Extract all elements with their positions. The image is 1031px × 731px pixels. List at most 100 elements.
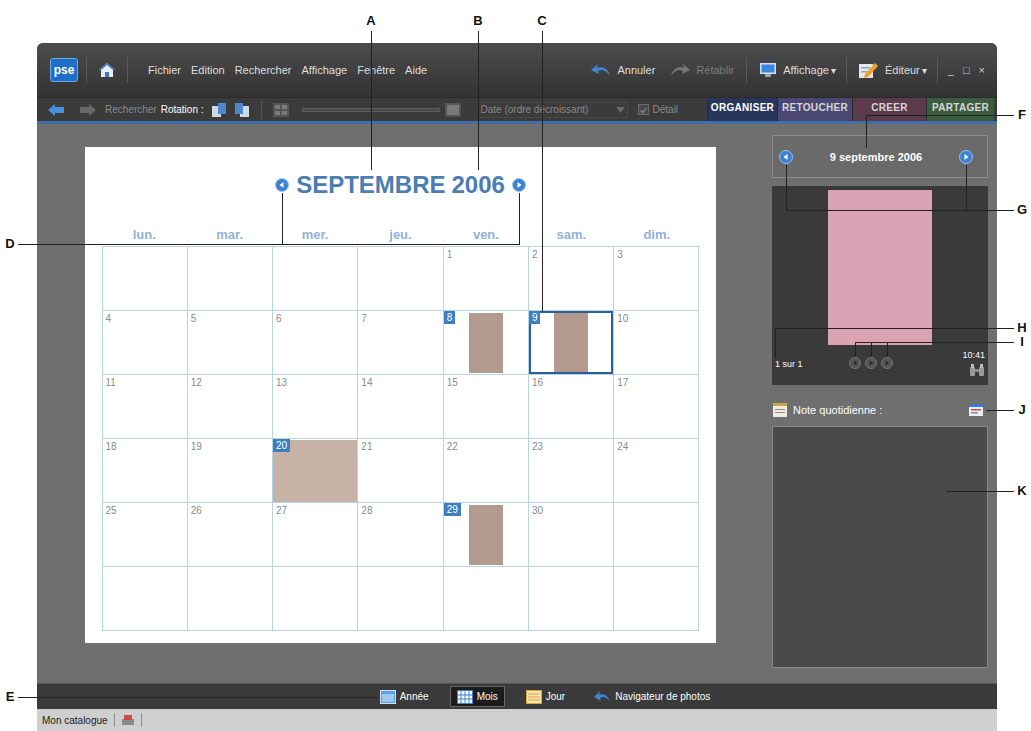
calendar-day[interactable]: 15 — [444, 375, 529, 439]
calendar-day[interactable]: 10 — [614, 311, 699, 375]
day-number: 22 — [447, 441, 458, 453]
menu-item[interactable]: Aide — [405, 62, 427, 79]
calendar-day[interactable]: 7 — [358, 311, 443, 375]
selection-frame — [614, 311, 698, 374]
monitor-icon — [759, 62, 777, 78]
daily-note-field[interactable] — [772, 426, 988, 668]
display-menu[interactable]: Affichage▾ — [759, 62, 836, 79]
calendar-day[interactable]: 6 — [273, 311, 358, 375]
photo-thumbnail[interactable] — [469, 505, 503, 565]
calendar-day[interactable]: 5 — [188, 311, 273, 375]
minimize-button[interactable]: _ — [948, 65, 954, 76]
preview-photo[interactable] — [828, 190, 932, 345]
view-button[interactable]: Navigateur de photos — [586, 686, 717, 707]
day-number: 12 — [191, 377, 202, 389]
editor-menu[interactable]: Éditeur▾ — [857, 60, 927, 80]
small-thumbnails-icon[interactable] — [272, 102, 290, 118]
menu-item[interactable]: Fichier — [148, 62, 181, 79]
rotate-right-icon[interactable] — [233, 101, 251, 119]
calendar-day[interactable]: 2 — [529, 247, 614, 311]
calendar-day[interactable]: 11 — [103, 375, 188, 439]
calendar-day[interactable]: 23 — [529, 439, 614, 503]
selection-frame — [358, 567, 442, 630]
calendar-day[interactable]: 12 — [188, 375, 273, 439]
app-logo[interactable]: pse — [50, 58, 78, 82]
menu-item[interactable]: Fenêtre — [357, 62, 395, 79]
mode-tab-label: RETOUCHER — [782, 102, 848, 114]
calendar-day[interactable]: 4 — [103, 311, 188, 375]
mode-tab[interactable]: CREER — [852, 98, 926, 121]
calendar-day[interactable]: 22 — [444, 439, 529, 503]
menu-item[interactable]: Edition — [191, 62, 225, 79]
calendar-day[interactable]: 8 — [444, 311, 529, 375]
calendar-day[interactable]: 14 — [358, 375, 443, 439]
callout-line — [887, 342, 888, 357]
mode-tab[interactable]: ORGANISER — [707, 98, 777, 121]
calendar-day[interactable]: 29 — [444, 503, 529, 567]
calendar-panel: SEPTEMBRE2006lun.mar.mer.jeu.ven.sam.dim… — [85, 147, 716, 643]
calendar-day[interactable]: 28 — [358, 503, 443, 567]
toolbar-left: RechercherRotation :Date (ordre décroiss… — [37, 98, 678, 121]
dropdown-arrow: ▾ — [831, 63, 836, 78]
calendar-day[interactable]: 25 — [103, 503, 188, 567]
view-button[interactable]: Jour — [519, 686, 572, 707]
sort-dropdown: Date (ordre décroissant) — [478, 102, 628, 118]
view-label: Jour — [546, 689, 565, 704]
day-number: 7 — [361, 313, 367, 325]
calendar-day[interactable]: 1 — [444, 247, 529, 311]
selection-frame — [103, 439, 187, 502]
photo-thumbnail[interactable] — [469, 313, 503, 373]
previous-photo-icon[interactable] — [849, 357, 861, 369]
menu-item[interactable]: Rechercher — [235, 62, 292, 79]
calendar-day[interactable]: 19 — [188, 439, 273, 503]
callout-line — [18, 697, 377, 698]
large-thumbnail-icon[interactable] — [444, 102, 462, 118]
thumbnail-size-slider[interactable] — [302, 108, 440, 112]
view-button[interactable]: Année — [373, 686, 436, 707]
next-photo-icon[interactable] — [881, 357, 893, 369]
calendar-day[interactable]: 26 — [188, 503, 273, 567]
calendar-day[interactable]: 18 — [103, 439, 188, 503]
calendar-day[interactable]: 9 — [529, 311, 614, 375]
mode-tab[interactable]: RETOUCHER — [777, 98, 852, 121]
calendar-day — [188, 567, 273, 631]
day-number: 24 — [617, 441, 628, 453]
play-icon[interactable] — [865, 357, 877, 369]
next-month-icon[interactable] — [512, 178, 526, 192]
calendar-day[interactable]: 24 — [614, 439, 699, 503]
photo-thumbnail[interactable] — [554, 313, 588, 373]
menu-item[interactable]: Affichage — [302, 62, 348, 79]
calendar-day[interactable]: 21 — [358, 439, 443, 503]
callout-label: A — [364, 13, 378, 29]
rotate-left-icon[interactable] — [210, 101, 228, 119]
separator — [127, 57, 128, 83]
calendar-day[interactable]: 30 — [529, 503, 614, 567]
month-header: SEPTEMBRE2006 — [275, 171, 526, 199]
selection-frame — [188, 439, 272, 502]
next-day-icon[interactable] — [959, 150, 973, 164]
calendar-day[interactable]: 17 — [614, 375, 699, 439]
previous-month-icon[interactable] — [275, 178, 289, 192]
view-button[interactable]: Mois — [450, 686, 505, 707]
catalog-name[interactable]: Mon catalogue — [42, 713, 108, 728]
selection-frame — [358, 439, 442, 502]
mode-tab-label: ORGANISER — [711, 102, 774, 114]
calendar-day[interactable]: 27 — [273, 503, 358, 567]
edit-note-icon[interactable] — [968, 402, 984, 418]
selection-frame — [529, 311, 613, 374]
calendar-day[interactable]: 13 — [273, 375, 358, 439]
maximize-button[interactable]: □ — [963, 65, 970, 76]
calendar-day[interactable]: 16 — [529, 375, 614, 439]
binoculars-icon[interactable] — [969, 363, 985, 377]
previous-day-icon[interactable] — [779, 150, 793, 164]
undo-button-label: Annuler — [617, 62, 655, 79]
back-arrow-icon[interactable] — [47, 103, 65, 117]
close-button[interactable]: × — [979, 65, 985, 76]
calendar-day[interactable]: 3 — [614, 247, 699, 311]
catalog-status-icon[interactable] — [121, 714, 135, 726]
home-icon[interactable] — [97, 60, 117, 80]
mode-tab[interactable]: PARTAGER — [926, 98, 994, 121]
weekday: jeu. — [358, 227, 443, 243]
undo-button[interactable]: Annuler — [590, 62, 655, 79]
calendar-day[interactable]: 20 — [273, 439, 358, 503]
